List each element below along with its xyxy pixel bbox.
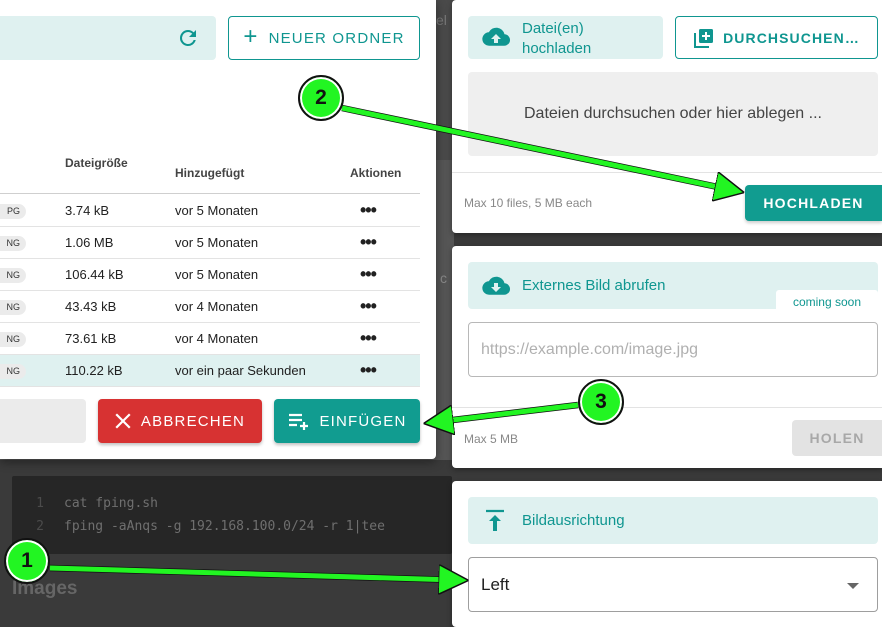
- playlist-add-icon: [289, 413, 309, 430]
- filename-input[interactable]: [0, 399, 86, 443]
- divider: [452, 172, 882, 173]
- annotation-callout-1: 1: [4, 538, 50, 584]
- table-row[interactable]: NG 106.44 kB vor 5 Monaten •••: [0, 259, 420, 291]
- alignment-title: Bildausrichtung: [522, 512, 625, 529]
- divider: [452, 407, 882, 408]
- insert-label: EINFÜGEN: [319, 412, 407, 430]
- coming-soon-badge: coming soon: [776, 290, 878, 313]
- file-added: vor 4 Monaten: [175, 331, 259, 346]
- file-type-chip: NG: [0, 332, 26, 347]
- file-size: 73.61 kB: [65, 331, 117, 346]
- column-header-added[interactable]: Hinzugefügt: [175, 166, 244, 180]
- table-row[interactable]: NG 73.61 kB vor 4 Monaten •••: [0, 323, 420, 355]
- background-text-fragment: c: [440, 270, 447, 286]
- file-added: vor ein paar Sekunden: [175, 363, 306, 378]
- external-limit-hint: Max 5 MB: [464, 432, 519, 446]
- file-type-chip: NG: [0, 236, 26, 251]
- code-text: fping -aAnqs -g 192.168.100.0/24 -r 1|te…: [64, 519, 385, 534]
- line-number: 2: [36, 519, 44, 534]
- new-folder-label: NEUER ORDNER: [268, 29, 405, 47]
- background-text-fragment: el: [436, 12, 447, 28]
- table-row[interactable]: PG 3.74 kB vor 5 Monaten •••: [0, 195, 420, 227]
- upload-tab-line1: Datei(en): [522, 20, 584, 37]
- alignment-selected-value: Left: [481, 574, 510, 594]
- external-image-card: Externes Bild abrufen coming soon Max 5 …: [452, 246, 882, 468]
- refresh-icon[interactable]: [176, 26, 200, 50]
- more-actions-icon[interactable]: •••: [360, 195, 377, 225]
- table-row[interactable]: NG 43.43 kB vor 4 Monaten •••: [0, 291, 420, 323]
- new-folder-button[interactable]: + NEUER ORDNER: [228, 16, 420, 60]
- code-text: cat fping.sh: [64, 496, 158, 511]
- library-add-icon: [694, 28, 714, 48]
- table-header-divider: [0, 193, 420, 194]
- more-actions-icon[interactable]: •••: [360, 323, 377, 353]
- code-block: 1 cat fping.sh 2 fping -aAnqs -g 192.168…: [12, 476, 452, 554]
- file-added: vor 4 Monaten: [175, 299, 259, 314]
- file-added: vor 5 Monaten: [175, 235, 259, 250]
- dropzone-text: Dateien durchsuchen oder hier ablegen ..…: [524, 105, 822, 122]
- upload-tab[interactable]: Datei(en) hochladen: [468, 16, 663, 59]
- annotation-arrow-outline: [49, 564, 457, 584]
- cancel-label: ABBRECHEN: [140, 412, 246, 430]
- file-added: vor 5 Monaten: [175, 203, 259, 218]
- file-dropzone[interactable]: Dateien durchsuchen oder hier ablegen ..…: [468, 72, 878, 156]
- line-number: 1: [36, 496, 44, 511]
- upload-card: Datei(en) hochladen DURCHSUCHEN… Dateien…: [452, 0, 882, 233]
- file-type-chip: NG: [0, 300, 26, 315]
- file-type-chip: PG: [0, 204, 26, 219]
- annotation-callout-2: 2: [298, 75, 344, 121]
- vertical-align-top-icon: [486, 509, 504, 531]
- alignment-select[interactable]: Left: [468, 557, 878, 612]
- folder-path-bar: [0, 16, 216, 60]
- image-alignment-card: Bildausrichtung Left: [452, 481, 882, 627]
- media-library-dialog: + NEUER ORDNER Dateigröße Hinzugefügt Ak…: [0, 0, 436, 459]
- table-row[interactable]: NG 1.06 MB vor 5 Monaten •••: [0, 227, 420, 259]
- browse-label: DURCHSUCHEN…: [723, 29, 860, 46]
- file-type-chip: NG: [0, 364, 26, 379]
- table-row-selected[interactable]: NG 110.22 kB vor ein paar Sekunden •••: [0, 355, 420, 387]
- file-size: 1.06 MB: [65, 235, 114, 250]
- column-header-actions: Aktionen: [350, 166, 402, 180]
- browse-button[interactable]: DURCHSUCHEN…: [675, 16, 878, 59]
- annotation-callout-3: 3: [578, 379, 624, 425]
- file-size: 106.44 kB: [65, 267, 124, 282]
- file-type-chip: NG: [0, 268, 26, 283]
- image-url-input[interactable]: [468, 322, 878, 377]
- fetch-button[interactable]: HOLEN: [792, 420, 882, 456]
- annotation-arrow-1: [49, 568, 456, 580]
- external-image-title: Externes Bild abrufen: [522, 277, 666, 294]
- cancel-button[interactable]: ABBRECHEN: [98, 399, 262, 443]
- more-actions-icon[interactable]: •••: [360, 291, 377, 321]
- plus-icon: +: [243, 23, 259, 50]
- more-actions-icon[interactable]: •••: [360, 227, 377, 257]
- close-icon: [115, 413, 131, 429]
- upload-tab-line2: hochladen: [522, 40, 592, 57]
- file-size: 43.43 kB: [65, 299, 117, 314]
- upload-button[interactable]: HOCHLADEN: [745, 185, 882, 221]
- upload-limit-hint: Max 10 files, 5 MB each: [464, 196, 593, 210]
- insert-button[interactable]: EINFÜGEN: [274, 399, 420, 443]
- more-actions-icon[interactable]: •••: [360, 259, 377, 289]
- cloud-upload-icon: [482, 27, 510, 46]
- file-size: 3.74 kB: [65, 203, 110, 218]
- external-image-header: Externes Bild abrufen coming soon: [468, 262, 878, 313]
- file-size: 110.22 kB: [65, 363, 123, 378]
- cloud-download-icon: [482, 276, 510, 295]
- alignment-header: Bildausrichtung: [468, 497, 878, 544]
- chevron-down-icon: [847, 583, 859, 589]
- more-actions-icon[interactable]: •••: [360, 355, 377, 385]
- column-header-size[interactable]: Dateigröße: [65, 156, 128, 170]
- file-added: vor 5 Monaten: [175, 267, 259, 282]
